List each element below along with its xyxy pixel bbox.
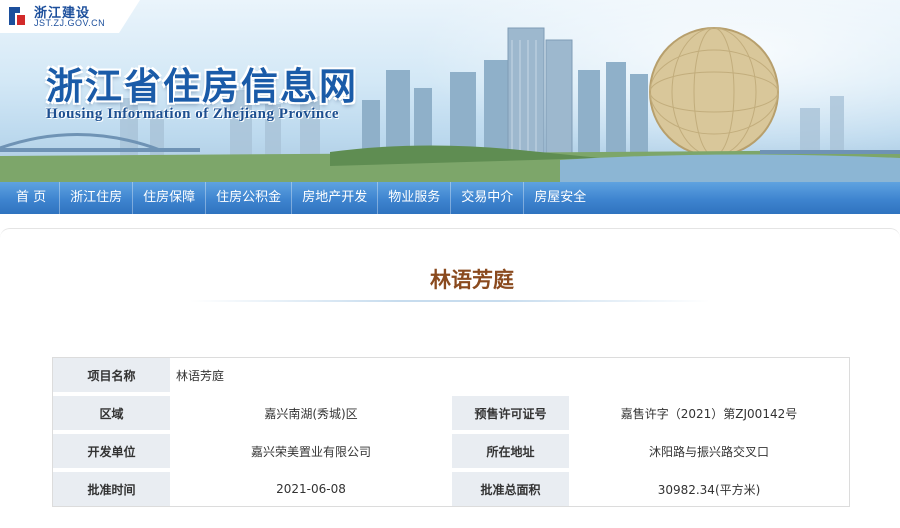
label-approved-area: 批准总面积	[452, 472, 569, 506]
project-info-table: 项目名称 林语芳庭 区域 嘉兴南湖(秀城)区 预售许可证号 嘉售许字（2021）…	[52, 357, 850, 507]
value-address: 沐阳路与振兴路交叉口	[569, 434, 849, 472]
value-developer: 嘉兴荣美置业有限公司	[170, 434, 452, 472]
value-approval-date: 2021-06-08	[276, 482, 346, 496]
label-district: 区域	[53, 396, 170, 434]
logo-url: JST.ZJ.GOV.CN	[34, 18, 106, 28]
department-logo[interactable]: 浙江建设 JST.ZJ.GOV.CN	[0, 0, 140, 33]
nav-item-zhejiang-housing[interactable]: 浙江住房	[60, 182, 134, 214]
value-project-name: 林语芳庭	[170, 358, 849, 396]
nav-item-real-estate-development[interactable]: 房地产开发	[292, 182, 379, 214]
table-row: 区域 嘉兴南湖(秀城)区 预售许可证号 嘉售许字（2021）第ZJ00142号	[53, 396, 849, 434]
title-divider	[190, 300, 710, 302]
value-presale-permit: 嘉售许字（2021）第ZJ00142号	[569, 396, 849, 434]
value-district: 嘉兴南湖(秀城)区	[170, 396, 452, 434]
label-project-name: 项目名称	[53, 358, 170, 396]
project-title: 林语芳庭	[430, 268, 514, 292]
label-approval-date: 批准时间	[53, 472, 170, 506]
value-approved-area: 30982.34(平方米)	[657, 482, 761, 497]
site-title: 浙江省住房信息网	[46, 65, 358, 108]
label-address: 所在地址	[452, 434, 569, 472]
site-banner: 浙江建设 JST.ZJ.GOV.CN 浙江省住房信息网 Housing Info…	[0, 0, 900, 182]
nav-item-home[interactable]: 首 页	[0, 182, 61, 214]
nav-item-property-service[interactable]: 物业服务	[378, 182, 452, 214]
main-nav: 首 页 浙江住房 住房保障 住房公积金 房地产开发 物业服务 交易中介 房屋安全	[0, 182, 900, 214]
table-row: 开发单位 嘉兴荣美置业有限公司 所在地址 沐阳路与振兴路交叉口	[53, 434, 849, 472]
nav-item-house-safety[interactable]: 房屋安全	[524, 182, 596, 214]
table-row: 批准时间 2021-06-08 批准总面积 30982.34(平方米)	[53, 472, 849, 506]
site-subtitle: Housing Information of Zhejiang Province	[46, 106, 340, 122]
label-developer: 开发单位	[53, 434, 170, 472]
table-row: 项目名称 林语芳庭	[53, 358, 849, 396]
label-presale-permit: 预售许可证号	[452, 396, 569, 434]
nav-item-housing-fund[interactable]: 住房公积金	[206, 182, 293, 214]
nav-item-trade-agency[interactable]: 交易中介	[451, 182, 525, 214]
nav-item-housing-security[interactable]: 住房保障	[133, 182, 207, 214]
zhejiang-construction-logo-icon	[9, 7, 25, 25]
